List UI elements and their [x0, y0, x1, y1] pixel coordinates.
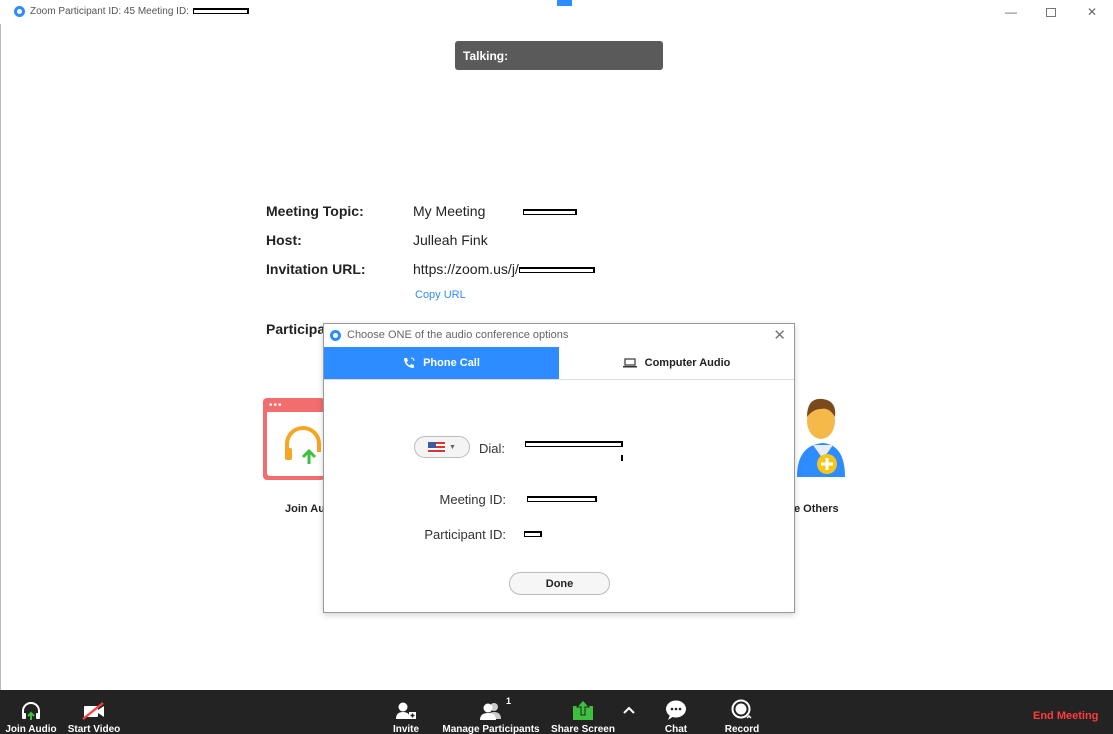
- chat-icon: [666, 700, 686, 720]
- host-value: Julleah Fink: [413, 232, 488, 248]
- maximize-icon: [1046, 7, 1056, 17]
- dialog-close-icon[interactable]: ✕: [773, 326, 786, 344]
- invitation-url-label: Invitation URL:: [266, 261, 366, 277]
- redacted-dial-number-2: [525, 455, 623, 461]
- talking-indicator: Talking:: [455, 41, 663, 70]
- meeting-toolbar: Join Audio Start Video Invite Manage Par…: [0, 690, 1113, 734]
- country-select[interactable]: ▼: [414, 436, 470, 458]
- drag-handle[interactable]: [557, 0, 572, 6]
- dialog-title: Choose ONE of the audio conference optio…: [347, 329, 569, 341]
- end-meeting-button[interactable]: End Meeting: [1033, 710, 1098, 722]
- audio-tabs: Phone Call Computer Audio: [324, 347, 794, 380]
- participant-id-label: Participa: [266, 321, 326, 337]
- copy-url-link[interactable]: Copy URL: [415, 289, 466, 301]
- close-window-button[interactable]: ✕: [1077, 2, 1107, 22]
- window-left-edge: [0, 0, 1, 690]
- join-audio-tile-label: Join Au: [285, 503, 325, 515]
- start-video-button[interactable]: Start Video: [64, 690, 124, 734]
- laptop-icon: [622, 358, 637, 368]
- share-screen-button[interactable]: Share Screen: [551, 690, 615, 734]
- add-user-icon: [396, 702, 416, 719]
- invitation-url-value: https://zoom.us/j/: [413, 261, 595, 277]
- dial-label: Dial:: [479, 441, 506, 456]
- redacted-meeting-id: [527, 496, 597, 502]
- headphone-icon: [22, 702, 40, 720]
- record-icon: [731, 699, 752, 719]
- redacted-dial-number: [525, 441, 623, 447]
- us-flag-icon: [428, 441, 446, 453]
- tab-computer-audio-label: Computer Audio: [644, 357, 731, 369]
- zoom-logo-icon: [330, 330, 341, 341]
- host-label: Host:: [266, 232, 302, 248]
- tab-phone-call-label: Phone Call: [423, 357, 480, 369]
- meeting-topic-value: My Meeting: [413, 203, 578, 219]
- share-screen-icon: [573, 699, 593, 720]
- participants-icon: [480, 703, 501, 720]
- join-audio-button[interactable]: Join Audio: [2, 690, 60, 734]
- meeting-id-label: Meeting ID:: [439, 492, 506, 507]
- join-audio-tile[interactable]: •••: [263, 398, 325, 480]
- tab-computer-audio[interactable]: Computer Audio: [559, 347, 794, 379]
- chat-button[interactable]: Chat: [658, 690, 694, 734]
- headphone-icon: [285, 426, 321, 464]
- done-button[interactable]: Done: [509, 572, 610, 595]
- phone-icon: [403, 357, 415, 369]
- dialog-title-bar: Choose ONE of the audio conference optio…: [324, 324, 794, 347]
- invite-others-tile-label: e Others: [794, 503, 839, 515]
- minimize-button[interactable]: —: [996, 2, 1026, 22]
- redacted-meeting-id: [192, 8, 249, 15]
- participant-id-label: Participant ID:: [424, 527, 506, 542]
- chevron-up-icon[interactable]: [622, 704, 636, 716]
- video-off-icon: [82, 702, 104, 720]
- record-button[interactable]: Record: [722, 690, 762, 734]
- invite-button[interactable]: Invite: [388, 690, 424, 734]
- zoom-logo-icon: [14, 6, 25, 17]
- window-title: Zoom Participant ID: 45 Meeting ID:: [30, 6, 249, 17]
- maximize-button[interactable]: [1036, 2, 1066, 22]
- audio-options-dialog: Choose ONE of the audio conference optio…: [323, 323, 795, 613]
- participants-count-badge: 1: [506, 696, 512, 706]
- chevron-down-icon: ▼: [449, 443, 456, 451]
- window-dots-icon: •••: [269, 400, 283, 411]
- redacted-participant-id: [524, 531, 542, 537]
- invite-others-icon[interactable]: [793, 393, 847, 483]
- meeting-topic-label: Meeting Topic:: [266, 203, 364, 219]
- redacted-topic: [523, 209, 578, 216]
- manage-participants-button[interactable]: Manage Participants: [440, 690, 542, 734]
- tab-phone-call[interactable]: Phone Call: [324, 347, 559, 379]
- redacted-url: [518, 267, 595, 274]
